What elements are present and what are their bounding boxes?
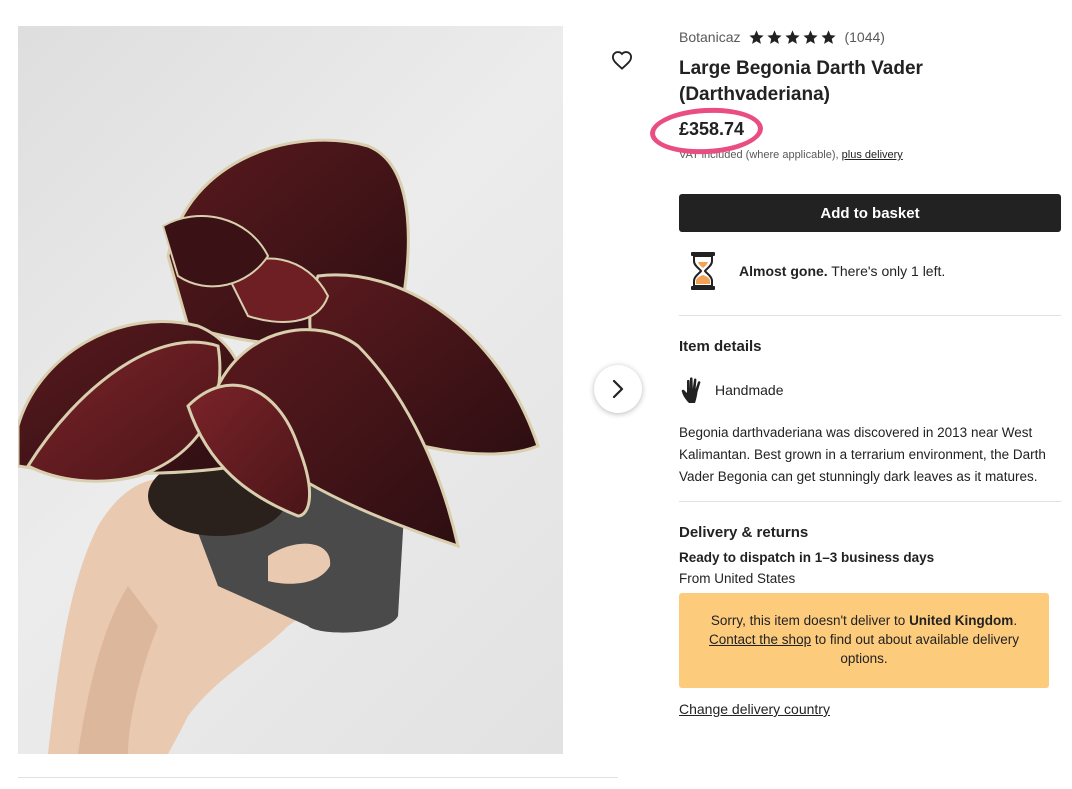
next-image-button[interactable] (594, 365, 642, 413)
product-price: £358.74 (679, 119, 745, 139)
divider (679, 501, 1061, 502)
star-rating (748, 29, 837, 46)
dispatch-time: Ready to dispatch in 1–3 business days (679, 550, 935, 565)
notice-country: United Kingdom (909, 613, 1014, 628)
delivery-returns-heading[interactable]: Delivery & returns (679, 524, 1062, 541)
shop-row: Botanicaz (1044) (679, 26, 1062, 48)
item-details-heading[interactable]: Item details (679, 338, 1062, 355)
product-info: Botanicaz (1044) Large Begonia Darth Vad… (648, 26, 1062, 719)
product-title: Large Begonia Darth Vader (Darthvaderian… (679, 58, 923, 105)
handmade-badge: Handmade (679, 375, 1062, 405)
plus-delivery-link[interactable]: plus delivery (842, 149, 903, 161)
ships-from: From United States (679, 571, 796, 586)
divider (679, 315, 1061, 316)
heart-icon (611, 51, 633, 70)
review-count-link[interactable]: (1044) (844, 29, 884, 45)
star-icon (803, 29, 819, 44)
delivery-unavailable-notice: Sorry, this item doesn't deliver to Unit… (679, 593, 1049, 688)
notice-text: Sorry, this item doesn't deliver to (710, 613, 910, 628)
notice-text: to find out about available delivery opt… (811, 632, 1019, 666)
star-icon (785, 29, 801, 44)
price-area: £358.74 (648, 105, 1062, 157)
vat-note: VAT included (where applicable), plus de… (679, 149, 1062, 161)
favorite-button[interactable] (606, 44, 638, 76)
stock-notice: Almost gone. There's only 1 left. (679, 250, 1062, 292)
shop-name-link[interactable]: Botanicaz (679, 29, 740, 45)
notice-text: . (1013, 613, 1018, 628)
hand-icon (681, 377, 701, 403)
stock-text: Almost gone. There's only 1 left. (739, 263, 945, 279)
hourglass-icon (691, 252, 715, 290)
star-icon (821, 29, 837, 44)
add-to-basket-button[interactable]: Add to basket (679, 194, 1061, 232)
star-icon (767, 29, 783, 44)
divider (18, 777, 618, 778)
handmade-label: Handmade (715, 382, 784, 398)
product-description: Begonia darthvaderiana was discovered in… (679, 425, 1046, 484)
contact-shop-link[interactable]: Contact the shop (709, 632, 811, 647)
chevron-right-icon (612, 379, 624, 399)
change-delivery-country-link[interactable]: Change delivery country (679, 701, 830, 717)
stock-label-bold: Almost gone. (739, 263, 828, 279)
stock-label-rest: There's only 1 left. (827, 263, 946, 279)
star-icon (749, 29, 765, 44)
product-image[interactable] (18, 26, 563, 754)
